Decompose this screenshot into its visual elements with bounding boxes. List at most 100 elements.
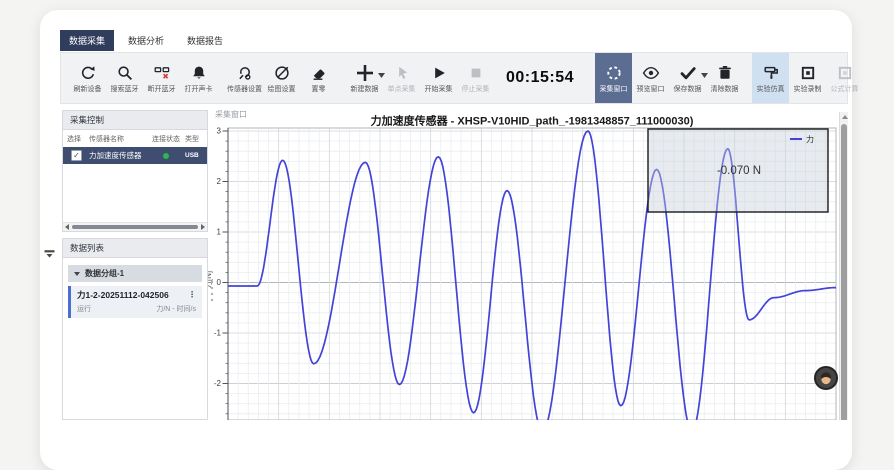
- bell-icon: [190, 64, 208, 82]
- start-collect-button[interactable]: 开始采集: [420, 53, 457, 103]
- play-icon: [430, 64, 448, 82]
- chart-title: 力加速度传感器 - XHSP-V10HID_path_-1981348857_1…: [371, 114, 694, 128]
- toolbar-item-label: 绘图设置: [268, 86, 296, 93]
- refresh-device-button[interactable]: 刷新设备: [69, 53, 106, 103]
- save-data-button[interactable]: 保存数据: [669, 53, 706, 103]
- sensor-table-row[interactable]: ✓ 力加速度传感器 USB: [63, 147, 207, 164]
- chart-panel-label: 采集窗口: [215, 109, 247, 119]
- tab-data-analysis[interactable]: 数据分析: [119, 30, 173, 51]
- toolbar-item-label: 实验录制: [794, 86, 822, 93]
- open-soundcard-button[interactable]: 打开声卡: [180, 53, 217, 103]
- data-item-status: 运行: [77, 304, 91, 314]
- stop-collect-button: 停止采集: [457, 53, 494, 103]
- zero-set-button[interactable]: 置零: [300, 53, 337, 103]
- toolbar-item-label: 采集窗口: [600, 86, 628, 93]
- data-group-row[interactable]: 数据分组-1: [68, 265, 202, 282]
- toolbar-item-label: 开始采集: [425, 86, 453, 93]
- pointer-icon: [393, 64, 411, 82]
- refresh-icon: [79, 64, 97, 82]
- toolbar-item-label: 搜索蓝牙: [111, 86, 139, 93]
- sensor-table-header: 选择 传感器名称 连接状态 类型: [63, 130, 207, 147]
- sensor-icon: [236, 64, 254, 82]
- sensor-checkbox[interactable]: ✓: [71, 150, 82, 161]
- column-type: 类型: [185, 134, 203, 144]
- horizontal-scrollbar-thumb[interactable]: [72, 225, 198, 229]
- plot-settings-button[interactable]: 绘图设置: [263, 53, 300, 103]
- eraser-icon: [310, 64, 328, 82]
- y-tick-label: 1: [217, 228, 222, 237]
- stop-icon: [467, 64, 485, 82]
- y-tick-label: -2: [214, 379, 222, 388]
- disconnect-bluetooth-button[interactable]: 断开蓝牙: [143, 53, 180, 103]
- y-tick-label: 2: [217, 177, 222, 186]
- collapse-arrow-icon: [44, 249, 55, 259]
- panel-splitter[interactable]: [210, 280, 214, 302]
- toolbar-item-label: 停止采集: [462, 86, 490, 93]
- avatar-face-icon: [816, 368, 836, 388]
- toolbar-item-label: 公式计算: [831, 86, 859, 93]
- toolbar-item-label: 清除数据: [711, 86, 739, 93]
- data-group-label: 数据分组-1: [85, 268, 124, 279]
- horizontal-scrollbar[interactable]: [63, 222, 207, 231]
- search-icon: [116, 64, 134, 82]
- legend-label: 力: [806, 134, 814, 144]
- trash-icon: [716, 64, 734, 82]
- chart-canvas[interactable]: 采集窗口力加速度传感器 - XHSP-V10HID_path_-19813488…: [205, 108, 839, 420]
- y-tick-label: 0: [217, 278, 222, 287]
- group-expand-icon[interactable]: [74, 272, 80, 276]
- paint-icon: [762, 64, 780, 82]
- draw-icon: [273, 64, 291, 82]
- eye-icon: [642, 64, 660, 82]
- clear-data-button[interactable]: 清除数据: [706, 53, 743, 103]
- vertical-scrollbar-thumb[interactable]: [841, 124, 847, 420]
- sensor-name: 力加速度传感器: [89, 150, 147, 161]
- experiment-simulation-button[interactable]: 实验仿真: [752, 53, 789, 103]
- data-item-unit: 力/N - 时间/s: [156, 304, 196, 314]
- preview-window-button[interactable]: 预览窗口: [632, 53, 669, 103]
- splitter-dots-icon: [210, 280, 214, 302]
- main-tabs: 数据采集 数据分析 数据报告: [60, 30, 232, 51]
- single-point-collect-button: 单点采集: [383, 53, 420, 103]
- formula-calc-button: 公式计算: [826, 53, 863, 103]
- sidebar-collapse-handle[interactable]: [44, 249, 55, 259]
- item-menu-icon[interactable]: ⋮: [188, 291, 196, 299]
- connection-status-dot: [163, 153, 169, 159]
- data-list-item[interactable]: 力1-2-20251112-042506 ⋮ 运行 力/N - 时间/s: [68, 286, 202, 318]
- y-tick-label: -1: [214, 329, 222, 338]
- new-data-button[interactable]: 新建数据: [346, 53, 383, 103]
- toolbar: 刷新设备 搜索蓝牙 断开蓝牙 打开声卡 传感器设置绘图设置 置零 新建数据 单点采集 开始采集 停…: [60, 52, 848, 104]
- experiment-record-button[interactable]: 实验录制: [789, 53, 826, 103]
- record-icon: [799, 64, 817, 82]
- annotation-value-label: -0.070 N: [717, 165, 761, 177]
- tab-data-collect[interactable]: 数据采集: [60, 30, 114, 51]
- data-panel-title: 数据列表: [63, 239, 207, 258]
- column-connect-status: 连接状态: [147, 134, 185, 144]
- collect-panel-title: 采集控制: [63, 111, 207, 130]
- toolbar-item-label: 保存数据: [674, 86, 702, 93]
- y-tick-label: 3: [217, 127, 222, 136]
- sensor-settings-button[interactable]: 传感器设置: [226, 53, 263, 103]
- scroll-left-arrow-icon[interactable]: [65, 224, 69, 230]
- toolbar-item-label: 打开声卡: [185, 86, 213, 93]
- formula-icon: [836, 64, 854, 82]
- collect-window-button[interactable]: 采集窗口: [595, 53, 632, 103]
- tab-data-report[interactable]: 数据报告: [178, 30, 232, 51]
- toolbar-item-label: 传感器设置: [227, 86, 262, 93]
- search-bluetooth-button[interactable]: 搜索蓝牙: [106, 53, 143, 103]
- collect-control-panel: 采集控制 选择 传感器名称 连接状态 类型 ✓ 力加速度传感器 USB: [62, 110, 208, 232]
- toolbar-item-label: 刷新设备: [74, 86, 102, 93]
- column-sensor-name: 传感器名称: [89, 134, 147, 144]
- spinner-icon: [605, 64, 623, 82]
- scroll-right-arrow-icon[interactable]: [201, 224, 205, 230]
- toolbar-item-label: 置零: [312, 86, 326, 93]
- sensor-type: USB: [185, 152, 203, 159]
- toolbar-item-label: 新建数据: [351, 86, 379, 93]
- collect-timer: 00:15:54: [506, 69, 574, 87]
- toolbar-item-label: 断开蓝牙: [148, 86, 176, 93]
- scroll-up-arrow-icon[interactable]: [842, 115, 848, 119]
- vertical-scrollbar[interactable]: [839, 112, 848, 420]
- assistant-avatar-button[interactable]: [814, 366, 838, 390]
- toolbar-item-label: 单点采集: [388, 86, 416, 93]
- data-item-title: 力1-2-20251112-042506: [77, 289, 169, 301]
- toolbar-item-label: 预览窗口: [637, 86, 665, 93]
